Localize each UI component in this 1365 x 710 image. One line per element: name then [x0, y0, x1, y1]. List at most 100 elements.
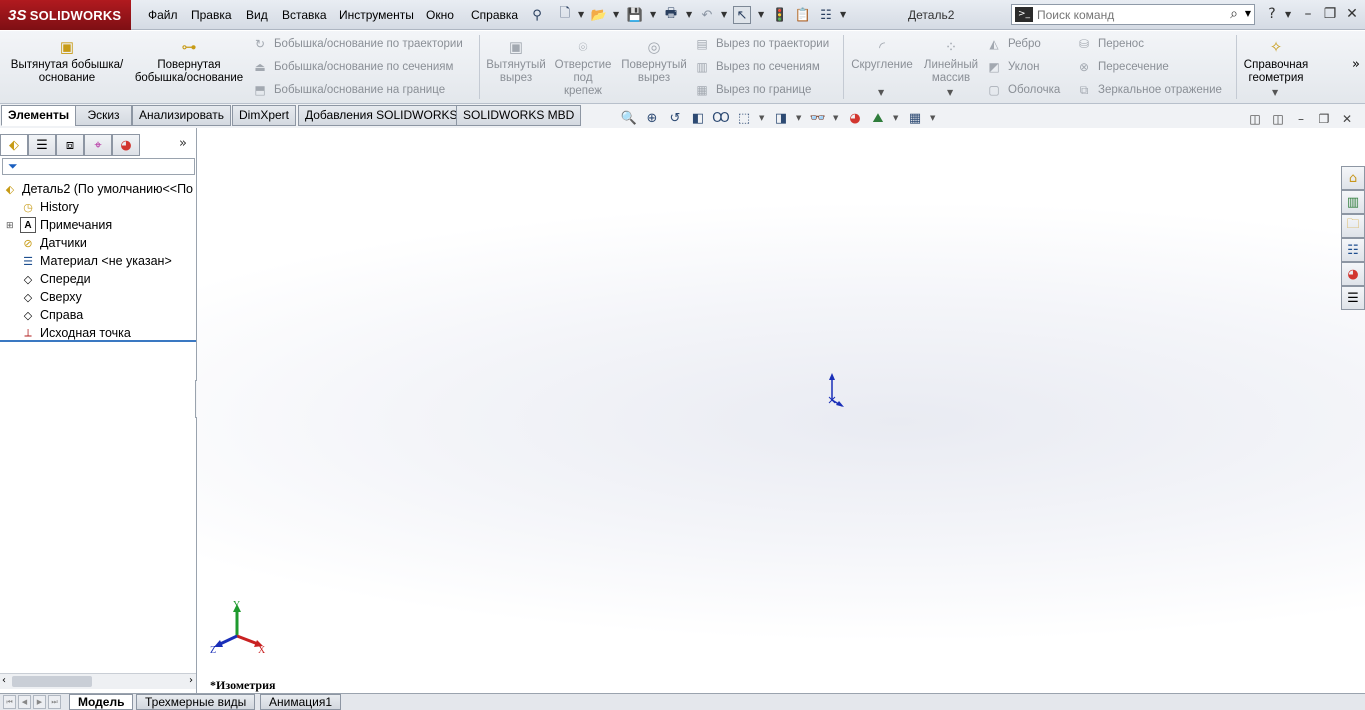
scroll-left-icon[interactable]: ‹: [2, 675, 6, 686]
view-settings-icon[interactable]: ▦: [906, 111, 924, 127]
view-settings-dropdown-icon[interactable]: ▼: [930, 114, 935, 122]
reference-geometry-dropdown-icon[interactable]: ▼: [1272, 88, 1278, 97]
tree-item-right-plane[interactable]: ◇ Справа: [0, 306, 196, 324]
view-palette-icon[interactable]: ☷: [1341, 238, 1365, 262]
apply-scene-icon[interactable]: ⛰: [869, 111, 887, 127]
display-manager-tab-icon[interactable]: ◕: [112, 134, 140, 156]
mirror-button[interactable]: ⧉ Зеркальное отражение: [1076, 82, 1222, 98]
open-dropdown-icon[interactable]: ▼: [613, 10, 619, 19]
revolved-boss-button[interactable]: ⊶ Повернутая бобышка/основание: [131, 39, 247, 85]
tree-filter[interactable]: ⏷: [2, 158, 195, 175]
rib-button[interactable]: ◭ Ребро: [986, 36, 1040, 52]
intersect-button[interactable]: ⊗ Пересечение: [1076, 59, 1169, 75]
draft-button[interactable]: ◩ Уклон: [986, 59, 1039, 75]
zoom-to-area-icon[interactable]: ⊕: [643, 111, 661, 127]
first-tab-icon[interactable]: ⏮: [3, 695, 16, 709]
view-orientation-icon[interactable]: ⬚: [735, 111, 753, 127]
close-icon[interactable]: ✕: [1343, 6, 1361, 22]
minimize-icon[interactable]: –: [1299, 6, 1317, 22]
graphics-area[interactable]: [197, 128, 1365, 693]
undo-icon[interactable]: ↶: [698, 6, 716, 24]
lofted-boss-button[interactable]: ⏏ Бобышка/основание по сечениям: [252, 59, 453, 75]
search-dropdown-icon[interactable]: ▼: [1245, 9, 1251, 18]
options-dropdown-icon[interactable]: ▼: [840, 10, 846, 19]
menu-insert[interactable]: Вставка: [282, 8, 327, 22]
viewport-restore-icon[interactable]: ❐: [1316, 112, 1332, 126]
view-orientation-dropdown-icon[interactable]: ▼: [759, 114, 764, 122]
expand-icon[interactable]: ⊞: [6, 220, 14, 231]
dynamic-annotation-icon[interactable]: Ꝏ: [712, 111, 730, 127]
tab-solidworks-mbd[interactable]: SOLIDWORKS MBD: [456, 105, 582, 126]
rollback-bar[interactable]: [0, 340, 196, 342]
reference-geometry-button[interactable]: ✧ Справочная геометрия: [1240, 39, 1312, 85]
menu-window[interactable]: Окно: [426, 8, 454, 22]
tree-item-history[interactable]: ◷ History: [0, 198, 196, 216]
tree-item-material[interactable]: ☰ Материал <не указан>: [0, 252, 196, 270]
options-icon[interactable]: ☷: [817, 6, 835, 24]
lofted-cut-button[interactable]: ▥ Вырез по сечениям: [694, 59, 820, 75]
menu-edit[interactable]: Правка: [191, 8, 232, 22]
select-cursor-icon[interactable]: ↖: [733, 6, 751, 24]
solidworks-logo[interactable]: 3S SOLIDWORKS: [0, 0, 131, 30]
linear-pattern-button[interactable]: ⁘ Линейный массив: [920, 39, 982, 85]
tab-features[interactable]: Элементы: [1, 105, 77, 126]
revolved-cut-button[interactable]: ◎ Повернутый вырез: [618, 39, 690, 85]
tab-model[interactable]: Модель: [69, 694, 134, 710]
viewport-tile-left-icon[interactable]: ◫: [1247, 112, 1263, 126]
scene-dropdown-icon[interactable]: ▼: [893, 114, 898, 122]
previous-view-icon[interactable]: ↺: [666, 111, 684, 127]
help-dropdown-icon[interactable]: ▼: [1285, 10, 1291, 19]
scrollbar-thumb[interactable]: [12, 676, 92, 687]
configuration-manager-tab-icon[interactable]: ⧈: [56, 134, 84, 156]
shell-button[interactable]: ▢ Оболочка: [986, 82, 1060, 98]
new-dropdown-icon[interactable]: ▼: [578, 10, 584, 19]
search-input[interactable]: [1037, 7, 1217, 22]
search-icon[interactable]: ⌕: [1230, 6, 1238, 22]
viewport-tile-right-icon[interactable]: ◫: [1270, 112, 1286, 126]
fillet-dropdown-icon[interactable]: ▼: [878, 88, 884, 97]
viewport-close-icon[interactable]: ✕: [1339, 112, 1355, 126]
tab-motion-study[interactable]: Анимация1: [260, 694, 342, 710]
command-search[interactable]: >_ ⌕ ▼: [1011, 4, 1255, 25]
tab-3d-views[interactable]: Трехмерные виды: [136, 694, 256, 710]
open-folder-icon[interactable]: 📂: [590, 6, 608, 24]
edit-appearance-icon[interactable]: ◕: [846, 111, 864, 127]
help-icon[interactable]: ?: [1263, 6, 1281, 22]
print-dropdown-icon[interactable]: ▼: [686, 10, 692, 19]
viewport-minimize-icon[interactable]: –: [1293, 112, 1309, 126]
pin-icon[interactable]: ⚲: [528, 6, 546, 24]
next-tab-icon[interactable]: ▶: [33, 695, 46, 709]
extruded-boss-button[interactable]: ▣ Вытянутая бобышка/основание: [8, 39, 126, 85]
menu-tools[interactable]: Инструменты: [339, 8, 414, 22]
fillet-button[interactable]: ◜ Скругление: [848, 39, 916, 72]
scroll-right-icon[interactable]: ›: [189, 675, 193, 686]
last-tab-icon[interactable]: ⏭: [48, 695, 61, 709]
save-dropdown-icon[interactable]: ▼: [650, 10, 656, 19]
undo-dropdown-icon[interactable]: ▼: [721, 10, 727, 19]
rebuild-traffic-light-icon[interactable]: 🚦: [771, 6, 789, 24]
tab-evaluate[interactable]: Анализировать: [132, 105, 231, 126]
ribbon-more-icon[interactable]: »: [1352, 57, 1360, 72]
property-manager-tab-icon[interactable]: ☰: [28, 134, 56, 156]
swept-boss-button[interactable]: ↻ Бобышка/основание по траектории: [252, 36, 463, 52]
restore-icon[interactable]: ❐: [1321, 6, 1339, 22]
tab-solidworks-addins[interactable]: Добавления SOLIDWORKS: [298, 105, 465, 126]
tree-item-top-plane[interactable]: ◇ Сверху: [0, 288, 196, 306]
design-library-icon[interactable]: ▥: [1341, 190, 1365, 214]
custom-properties-icon[interactable]: ☰: [1341, 286, 1365, 310]
tab-sketch[interactable]: Эскиз: [75, 105, 132, 126]
tree-item-front-plane[interactable]: ◇ Спереди: [0, 270, 196, 288]
feature-tree-tab-icon[interactable]: ⬖: [0, 134, 28, 156]
appearances-scenes-icon[interactable]: ◕: [1341, 262, 1365, 286]
section-view-icon[interactable]: ◧: [689, 111, 707, 127]
panel-more-icon[interactable]: »: [179, 136, 187, 151]
tree-item-annotations[interactable]: ⊞ A Примечания: [0, 216, 196, 234]
extruded-cut-button[interactable]: ▣ Вытянутый вырез: [484, 39, 548, 85]
file-properties-icon[interactable]: 📋: [794, 6, 812, 24]
previous-tab-icon[interactable]: ◀: [18, 695, 31, 709]
display-style-icon[interactable]: ◨: [772, 111, 790, 127]
menu-help[interactable]: Справка: [471, 8, 518, 22]
solidworks-resources-icon[interactable]: ⌂: [1341, 166, 1365, 190]
dimxpert-manager-tab-icon[interactable]: ⌖: [84, 134, 112, 156]
pattern-dropdown-icon[interactable]: ▼: [947, 88, 953, 97]
